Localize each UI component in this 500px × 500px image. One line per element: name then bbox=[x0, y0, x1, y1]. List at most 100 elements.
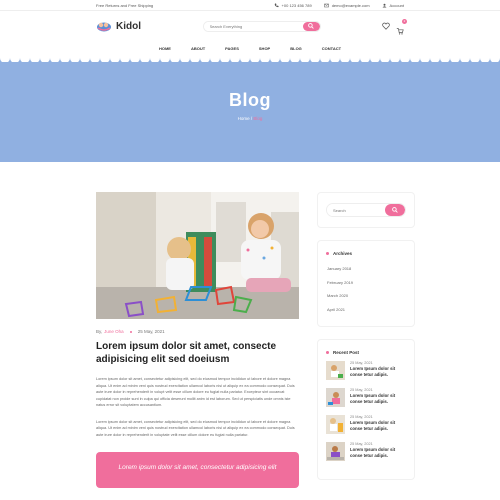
blog-post: By, June Oha 25 May, 2021 Lorem ipsum do… bbox=[96, 192, 299, 492]
recent-post[interactable]: 25 May, 2021 Lorem Ipsum dolor sit conse … bbox=[326, 442, 406, 461]
scallop-bump bbox=[230, 54, 240, 62]
scallop-bump bbox=[140, 54, 150, 62]
scallop-bump bbox=[450, 54, 460, 62]
archive-link[interactable]: April 2021 bbox=[327, 303, 406, 317]
scallop-bump bbox=[80, 54, 90, 62]
recent-post[interactable]: 25 May, 2021 Lorem Ipsum dolor sit conse … bbox=[326, 361, 406, 380]
recent-post-date: 25 May, 2021 bbox=[350, 442, 373, 446]
header-icons: 2 bbox=[382, 19, 407, 35]
phone-icon bbox=[274, 3, 279, 7]
phone-number: +00 123 456 789 bbox=[281, 2, 312, 8]
post-meta: By, June Oha 25 May, 2021 bbox=[96, 329, 299, 334]
scallop-bump bbox=[370, 54, 380, 62]
recent-post-title: Lorem Ipsum dolor sit conse tetur adipis… bbox=[350, 447, 396, 458]
recent-post[interactable]: 25 May, 2021 Lorem Ipsum dolor sit conse … bbox=[326, 415, 406, 434]
scallop-bump bbox=[480, 54, 490, 62]
page-banner: Blog Home / Blog bbox=[0, 54, 500, 162]
recent-post-title: Lorem Ipsum dolor sit conse tetur adipis… bbox=[350, 393, 396, 404]
scallop-bump bbox=[390, 54, 400, 62]
bullet-icon bbox=[326, 252, 329, 255]
heart-icon[interactable] bbox=[382, 22, 390, 30]
scallop-bump bbox=[410, 54, 420, 62]
recent-post-date: 25 May, 2021 bbox=[350, 415, 373, 419]
top-bar: Free Returns and Free Shipping +00 123 4… bbox=[0, 0, 500, 11]
recent-post-title: Lorem Ipsum dolor sit conse tetur adipis… bbox=[350, 420, 396, 431]
email-contact[interactable]: demo@example.com bbox=[323, 3, 370, 8]
mail-icon bbox=[323, 3, 329, 7]
page-title: Blog bbox=[229, 90, 271, 110]
scallop-bump bbox=[400, 54, 410, 62]
archive-link[interactable]: January 2018 bbox=[327, 262, 406, 276]
scallop-bump bbox=[380, 54, 390, 62]
sidebar-search-button[interactable] bbox=[385, 204, 405, 216]
archive-link[interactable]: March 2020 bbox=[327, 289, 406, 303]
post-author[interactable]: June Oha bbox=[104, 329, 124, 334]
scallop-bump bbox=[30, 54, 40, 62]
cart-count-badge: 2 bbox=[402, 19, 407, 24]
scallop-bump bbox=[240, 54, 250, 62]
scallop-bump bbox=[310, 54, 320, 62]
search-button[interactable] bbox=[302, 21, 320, 31]
scallop-bump bbox=[220, 54, 230, 62]
scallop-bump bbox=[160, 54, 170, 62]
scallop-bump bbox=[430, 54, 440, 62]
promo-text: Free Returns and Free Shipping bbox=[96, 2, 154, 8]
post-quote: Lorem ipsum dolor sit amet, consectetur … bbox=[96, 452, 299, 488]
post-paragraph: Lorem ipsum dolor sit amet, consectetur … bbox=[96, 419, 295, 437]
scallop-bump bbox=[180, 54, 190, 62]
scallop-bump bbox=[70, 54, 80, 62]
recent-post-date: 25 May, 2021 bbox=[350, 388, 373, 392]
recent-post-date: 25 May, 2021 bbox=[350, 361, 373, 365]
site-logo[interactable]: Kidol bbox=[96, 20, 141, 32]
scallop-bump bbox=[440, 54, 450, 62]
nav-blog[interactable]: BLOG bbox=[290, 46, 302, 51]
breadcrumb: Home / Blog bbox=[0, 116, 500, 121]
bullet-icon bbox=[326, 351, 329, 354]
account-label: Account bbox=[389, 2, 404, 8]
nav-contact[interactable]: CONTACT bbox=[322, 46, 341, 51]
author-prefix: By, bbox=[96, 329, 103, 334]
scallop-bump bbox=[290, 54, 300, 62]
post-title: Lorem ipsum dolor sit amet, consecte adi… bbox=[96, 341, 277, 365]
nav-shop[interactable]: SHOP bbox=[259, 46, 270, 51]
page-content: By, June Oha 25 May, 2021 Lorem ipsum do… bbox=[0, 162, 500, 492]
scallop-bump bbox=[350, 54, 360, 62]
scallop-bump bbox=[210, 54, 220, 62]
post-date: 25 May, 2021 bbox=[137, 329, 165, 334]
sidebar-search-input[interactable] bbox=[327, 204, 385, 216]
recent-post[interactable]: 25 May, 2021 Lorem Ipsum dolor sit conse … bbox=[326, 388, 406, 407]
nav-pages[interactable]: PAGES bbox=[225, 46, 239, 51]
recent-posts-widget: Recent Post 25 May, 2021 Lorem Ipsum dolo… bbox=[317, 339, 415, 480]
scallop-edge bbox=[0, 54, 500, 62]
nav-home[interactable]: HOME bbox=[159, 46, 171, 51]
site-header: Kidol 2 bbox=[0, 11, 500, 41]
cart-button[interactable]: 2 bbox=[396, 19, 407, 35]
cart-icon bbox=[396, 28, 404, 35]
nav-about[interactable]: ABOUT bbox=[191, 46, 205, 51]
scallop-bump bbox=[60, 54, 70, 62]
scallop-bump bbox=[260, 54, 270, 62]
scallop-bump bbox=[50, 54, 60, 62]
scallop-bump bbox=[110, 54, 120, 62]
breadcrumb-home[interactable]: Home bbox=[238, 116, 250, 121]
recent-post-title: Lorem Ipsum dolor sit conse tetur adipis… bbox=[350, 366, 396, 377]
brand-name: Kidol bbox=[116, 20, 141, 32]
account-link[interactable]: Account bbox=[382, 3, 404, 8]
recent-title: Recent Post bbox=[333, 350, 360, 355]
meta-separator-dot bbox=[129, 330, 132, 333]
archives-title: Archives bbox=[333, 251, 353, 256]
main-nav: HOME ABOUT PAGES SHOP BLOG CONTACT bbox=[0, 41, 500, 55]
scallop-bump bbox=[320, 54, 330, 62]
archive-link[interactable]: February 2019 bbox=[327, 276, 406, 290]
recent-post-thumbnail bbox=[326, 415, 345, 434]
post-image[interactable] bbox=[96, 192, 299, 319]
search-icon bbox=[308, 23, 314, 29]
scallop-bump bbox=[270, 54, 280, 62]
recent-post-thumbnail bbox=[326, 388, 345, 407]
scallop-bump bbox=[360, 54, 370, 62]
phone-contact[interactable]: +00 123 456 789 bbox=[274, 3, 312, 8]
search-input[interactable] bbox=[203, 21, 303, 31]
scallop-bump bbox=[490, 54, 500, 62]
scallop-bump bbox=[340, 54, 350, 62]
search-icon bbox=[392, 207, 398, 213]
